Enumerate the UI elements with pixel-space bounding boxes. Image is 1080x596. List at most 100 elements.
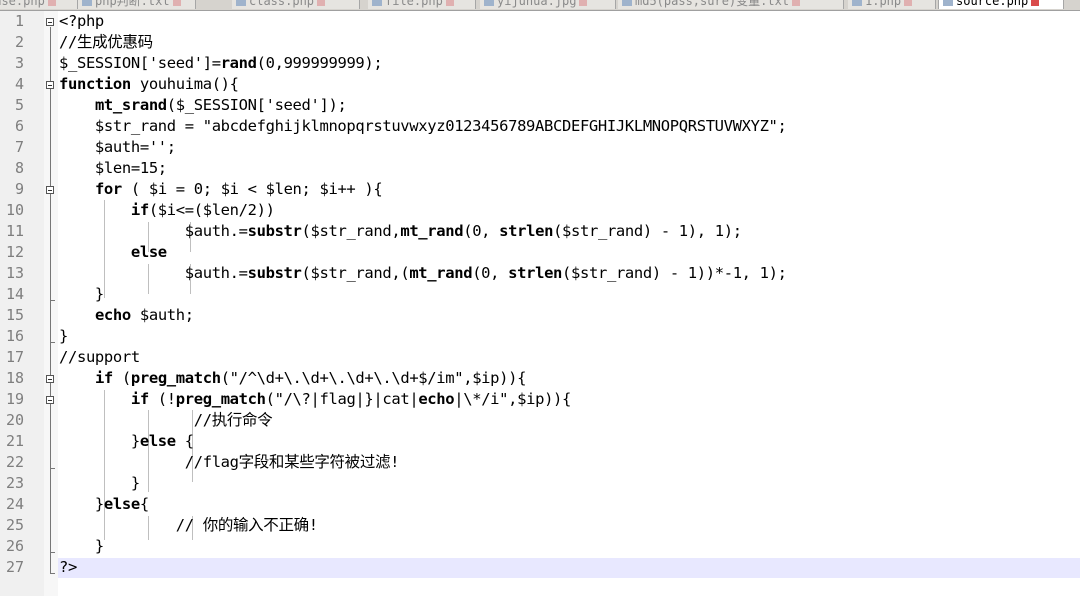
code-line[interactable]: 5 mt_srand($_SESSION['seed']); <box>0 95 1080 116</box>
code-line[interactable]: 9 for ( $i = 0; $i < $len; $i++ ){ <box>0 179 1080 200</box>
code-text[interactable]: ?> <box>59 557 77 578</box>
tab-class-php[interactable]: class.php <box>232 0 360 9</box>
close-icon[interactable] <box>904 0 913 6</box>
tab-yijuhua-jpg[interactable]: yijuhua.jpg <box>480 0 616 9</box>
close-icon[interactable] <box>47 0 56 6</box>
code-text[interactable]: if (!preg_match("/\?|flag|}|cat|echo|\*/… <box>59 389 572 410</box>
code-line[interactable]: 11 $auth.=substr($str_rand,mt_rand(0, st… <box>0 221 1080 242</box>
code-text[interactable]: } <box>59 284 104 305</box>
code-line[interactable]: 8 $len=15; <box>0 158 1080 179</box>
line-number: 1 <box>14 12 24 30</box>
line-number: 3 <box>14 54 24 72</box>
line-number: 19 <box>5 390 24 408</box>
code-line[interactable]: 17 //support <box>0 347 1080 368</box>
code-text[interactable]: } <box>59 473 140 494</box>
code-line[interactable]: 19 if (!preg_match("/\?|flag|}|cat|echo|… <box>0 389 1080 410</box>
code-line[interactable]: 16} <box>0 326 1080 347</box>
line-number: 25 <box>5 516 24 534</box>
code-text[interactable]: $auth=''; <box>59 137 176 158</box>
code-text[interactable]: //执行命令 <box>59 410 273 431</box>
code-line[interactable]: 22 //flag字段和某些字符被过滤! <box>0 452 1080 473</box>
code-text[interactable]: $len=15; <box>59 158 167 179</box>
code-line[interactable]: 7 $auth=''; <box>0 137 1080 158</box>
code-line[interactable]: 4 function youhuima(){ <box>0 74 1080 95</box>
tab-label: base.php <box>0 0 45 8</box>
code-text[interactable]: for ( $i = 0; $i < $len; $i++ ){ <box>59 179 383 200</box>
line-number: 21 <box>5 432 24 450</box>
line-number: 26 <box>5 537 24 555</box>
line-number: 15 <box>5 306 24 324</box>
code-text[interactable]: else <box>59 242 167 263</box>
code-line[interactable]: 20 //执行命令 <box>0 410 1080 431</box>
code-text[interactable]: $_SESSION['seed']=rand(0,999999999); <box>59 53 383 74</box>
code-text[interactable]: <?php <box>59 11 104 32</box>
line-number: 27 <box>5 558 24 576</box>
code-line[interactable]: 13 $auth.=substr($str_rand,(mt_rand(0, s… <box>0 263 1080 284</box>
code-text[interactable]: $str_rand = "abcdefghijklmnopqrstuvwxyz0… <box>59 116 787 137</box>
code-line[interactable]: 18 if (preg_match("/^\d+\.\d+\.\d+\.\d+$… <box>0 368 1080 389</box>
code-text[interactable]: $auth.=substr($str_rand,mt_rand(0, strle… <box>59 221 742 242</box>
line-number: 14 <box>5 285 24 303</box>
code-text[interactable]: if($i<=($len/2)) <box>59 200 275 221</box>
code-line[interactable]: 3 $_SESSION['seed']=rand(0,999999999); <box>0 53 1080 74</box>
tab-label: yijuhua.jpg <box>497 0 577 8</box>
code-text[interactable]: } <box>59 326 68 347</box>
code-line[interactable]: 26 } <box>0 536 1080 557</box>
tab-source-php[interactable]: source.php <box>938 0 1064 9</box>
code-text[interactable]: function youhuima(){ <box>59 74 239 95</box>
code-line[interactable]: 2 //生成优惠码 <box>0 32 1080 53</box>
close-icon[interactable] <box>317 0 326 6</box>
code-text[interactable]: echo $auth; <box>59 305 194 326</box>
line-number: 7 <box>14 138 24 156</box>
line-number: 24 <box>5 495 24 513</box>
code-text[interactable]: }else { <box>59 431 194 452</box>
file-icon <box>82 0 92 6</box>
code-text[interactable]: //support <box>59 347 140 368</box>
code-line[interactable]: 1 <?php <box>0 11 1080 32</box>
close-icon[interactable] <box>1031 0 1040 6</box>
code-line[interactable]: 27 ?> <box>0 557 1080 578</box>
code-line[interactable]: 25 // 你的输入不正确! <box>0 515 1080 536</box>
tab-base-php[interactable]: base.php <box>0 0 78 9</box>
line-number: 20 <box>5 411 24 429</box>
line-number: 4 <box>14 75 24 93</box>
line-number: 8 <box>14 159 24 177</box>
line-number: 23 <box>5 474 24 492</box>
code-text[interactable]: //flag字段和某些字符被过滤! <box>59 452 400 473</box>
close-icon[interactable] <box>445 0 454 6</box>
tab-label: php判断.txt <box>95 0 170 8</box>
tab-1-php[interactable]: 1.php <box>848 0 936 9</box>
code-line[interactable]: 12 else <box>0 242 1080 263</box>
tab-label: 1.php <box>865 0 902 8</box>
code-line[interactable]: 21 }else { <box>0 431 1080 452</box>
code-line[interactable]: 10 if($i<=($len/2)) <box>0 200 1080 221</box>
close-icon[interactable] <box>792 0 801 6</box>
line-number: 9 <box>14 180 24 198</box>
file-icon <box>622 0 632 6</box>
line-number: 17 <box>5 348 24 366</box>
code-text[interactable]: } <box>59 536 104 557</box>
code-text[interactable]: // 你的输入不正确! <box>59 515 318 536</box>
code-text[interactable]: $auth.=substr($str_rand,(mt_rand(0, strl… <box>59 263 787 284</box>
line-number: 16 <box>5 327 24 345</box>
code-line[interactable]: 23 } <box>0 473 1080 494</box>
image-icon <box>484 0 494 6</box>
line-number: 11 <box>5 222 24 240</box>
tab-md5-txt[interactable]: md5(pass,sure)变量.txt <box>618 0 844 9</box>
tab-label: md5(pass,sure)变量.txt <box>635 0 790 8</box>
code-text[interactable]: //生成优惠码 <box>59 32 153 53</box>
code-line[interactable]: 24 }else{ <box>0 494 1080 515</box>
line-number: 12 <box>5 243 24 261</box>
code-line[interactable]: 14 } <box>0 284 1080 305</box>
tab-php-judge-txt[interactable]: php判断.txt <box>78 0 196 9</box>
code-text[interactable]: if (preg_match("/^\d+\.\d+\.\d+\.\d+$/im… <box>59 368 527 389</box>
code-line[interactable]: 15 echo $auth; <box>0 305 1080 326</box>
tab-file-php[interactable]: file.php <box>368 0 476 9</box>
line-number: 18 <box>5 369 24 387</box>
line-number: 2 <box>14 33 24 51</box>
code-text[interactable]: mt_srand($_SESSION['seed']); <box>59 95 347 116</box>
code-text[interactable]: }else{ <box>59 494 149 515</box>
code-line[interactable]: 6 $str_rand = "abcdefghijklmnopqrstuvwxy… <box>0 116 1080 137</box>
close-icon[interactable] <box>172 0 181 6</box>
close-icon[interactable] <box>579 0 588 6</box>
